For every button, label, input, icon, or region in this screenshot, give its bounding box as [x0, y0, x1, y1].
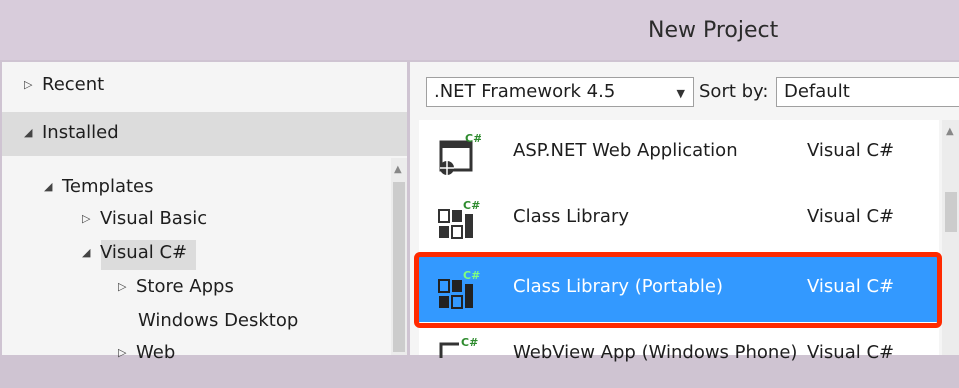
tree-item-web[interactable]: ▷ Web — [118, 342, 175, 363]
template-item[interactable]: C# WebView App (Windows Phone) Visual C# — [419, 322, 939, 388]
scroll-up-arrow-icon[interactable]: ▲ — [394, 164, 402, 175]
template-tree-pane: ▷ Recent ◢ Installed ◢ Templates ▷ Visua… — [2, 62, 407, 363]
tree-item-label: Visual C# — [100, 242, 188, 263]
template-list-pane: .NET Framework 4.5 ▼ Sort by: Default C#… — [410, 62, 959, 363]
sort-by-label: Sort by: — [699, 81, 769, 102]
sort-select[interactable]: Default — [776, 77, 959, 107]
collapse-arrow-icon[interactable]: ◢ — [82, 246, 100, 259]
expand-arrow-icon[interactable]: ▷ — [24, 78, 42, 91]
svg-text:C#: C# — [465, 132, 481, 145]
template-name: WebView App (Windows Phone) — [513, 342, 798, 363]
scrollbar-thumb[interactable] — [393, 182, 405, 352]
tree-item-store-apps[interactable]: ▷ Store Apps — [118, 276, 234, 297]
web-application-icon: C# — [439, 132, 481, 175]
tree-item-label: Windows Desktop — [138, 310, 299, 331]
template-item[interactable]: C# ASP.NET Web Application Visual C# — [419, 120, 939, 186]
tree-item-recent[interactable]: ▷ Recent — [24, 74, 104, 95]
tree-item-label: Web — [136, 342, 176, 363]
svg-text:C#: C# — [463, 199, 480, 212]
scrollbar-thumb[interactable] — [945, 192, 957, 232]
sort-select-value: Default — [784, 81, 850, 102]
framework-select[interactable]: .NET Framework 4.5 ▼ — [426, 77, 694, 107]
tree-item-templates[interactable]: ◢ Templates — [44, 176, 154, 197]
template-name: Class Library — [513, 206, 630, 227]
scroll-up-arrow-icon[interactable]: ▲ — [946, 126, 954, 137]
tree-item-visual-basic[interactable]: ▷ Visual Basic — [82, 208, 207, 229]
tree-item-label: Visual Basic — [100, 208, 208, 229]
framework-select-value: .NET Framework 4.5 — [434, 81, 616, 102]
class-library-icon: C# — [438, 199, 480, 239]
collapse-arrow-icon[interactable]: ◢ — [44, 180, 62, 193]
expand-arrow-icon[interactable]: ▷ — [82, 212, 100, 225]
svg-text:C#: C# — [461, 336, 478, 349]
expand-arrow-icon[interactable]: ▷ — [118, 346, 136, 359]
template-list-scrollbar[interactable]: ▲ — [942, 120, 959, 355]
tree-item-label: Installed — [42, 122, 119, 143]
template-language: Visual C# — [807, 342, 895, 363]
expand-arrow-icon[interactable]: ▷ — [118, 280, 136, 293]
tree-item-label: Templates — [62, 176, 154, 197]
template-item[interactable]: C# Class Library Visual C# — [419, 186, 939, 252]
tree-scrollbar[interactable]: ▲ — [391, 158, 407, 355]
tree-item-label: Store Apps — [136, 276, 234, 297]
tree-item-windows-desktop[interactable]: Windows Desktop — [138, 310, 298, 331]
collapse-arrow-icon[interactable]: ◢ — [24, 126, 42, 139]
template-name: ASP.NET Web Application — [513, 140, 738, 161]
tree-item-label: Recent — [42, 74, 105, 95]
template-language: Visual C# — [807, 206, 895, 227]
tree-item-visual-csharp[interactable]: ◢ Visual C# — [82, 242, 187, 263]
selection-highlight-box — [414, 252, 942, 328]
template-language: Visual C# — [807, 140, 895, 161]
dialog-title: New Project — [648, 18, 779, 43]
title-bar: New Project — [0, 0, 959, 60]
tree-item-installed[interactable]: ◢ Installed — [24, 122, 119, 143]
webview-app-icon: C# — [439, 336, 478, 358]
dropdown-arrow-icon[interactable]: ▼ — [677, 87, 685, 100]
